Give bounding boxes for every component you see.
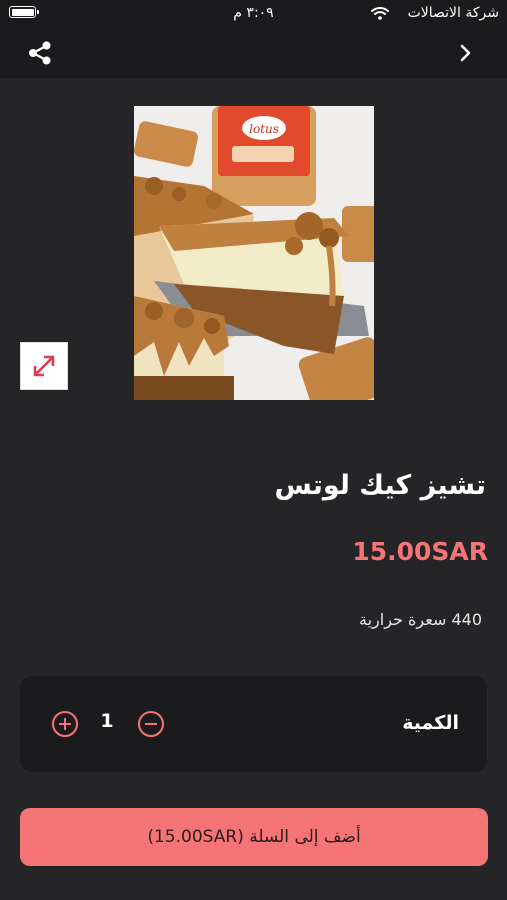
quantity-card: الكمية 1 bbox=[20, 676, 487, 772]
svg-text:lotus: lotus bbox=[249, 122, 279, 136]
carrier-name: شركة الاتصالات bbox=[407, 5, 499, 21]
product-price: 15.00SAR bbox=[352, 537, 488, 566]
calories-text: 440 سعرة حرارية bbox=[359, 610, 482, 629]
status-bar: ٣:٠٩ م شركة الاتصالات bbox=[0, 0, 507, 28]
expand-icon bbox=[33, 355, 55, 377]
quantity-label: الكمية bbox=[402, 712, 459, 734]
chevron-right-icon[interactable] bbox=[459, 43, 473, 63]
wifi-icon bbox=[371, 7, 389, 20]
navigation-bar bbox=[0, 28, 507, 78]
share-icon[interactable] bbox=[26, 39, 54, 67]
minus-circle-icon[interactable] bbox=[138, 711, 164, 737]
product-title: تشيز كيك لوتس bbox=[274, 470, 486, 501]
quantity-value: 1 bbox=[100, 710, 114, 732]
product-image: lotus bbox=[134, 106, 374, 400]
add-to-cart-label: أضف إلى السلة (15.00SAR) bbox=[147, 827, 361, 847]
expand-image-button[interactable] bbox=[20, 342, 68, 390]
plus-circle-icon[interactable] bbox=[52, 711, 78, 737]
add-to-cart-button[interactable]: أضف إلى السلة (15.00SAR) bbox=[20, 808, 488, 866]
